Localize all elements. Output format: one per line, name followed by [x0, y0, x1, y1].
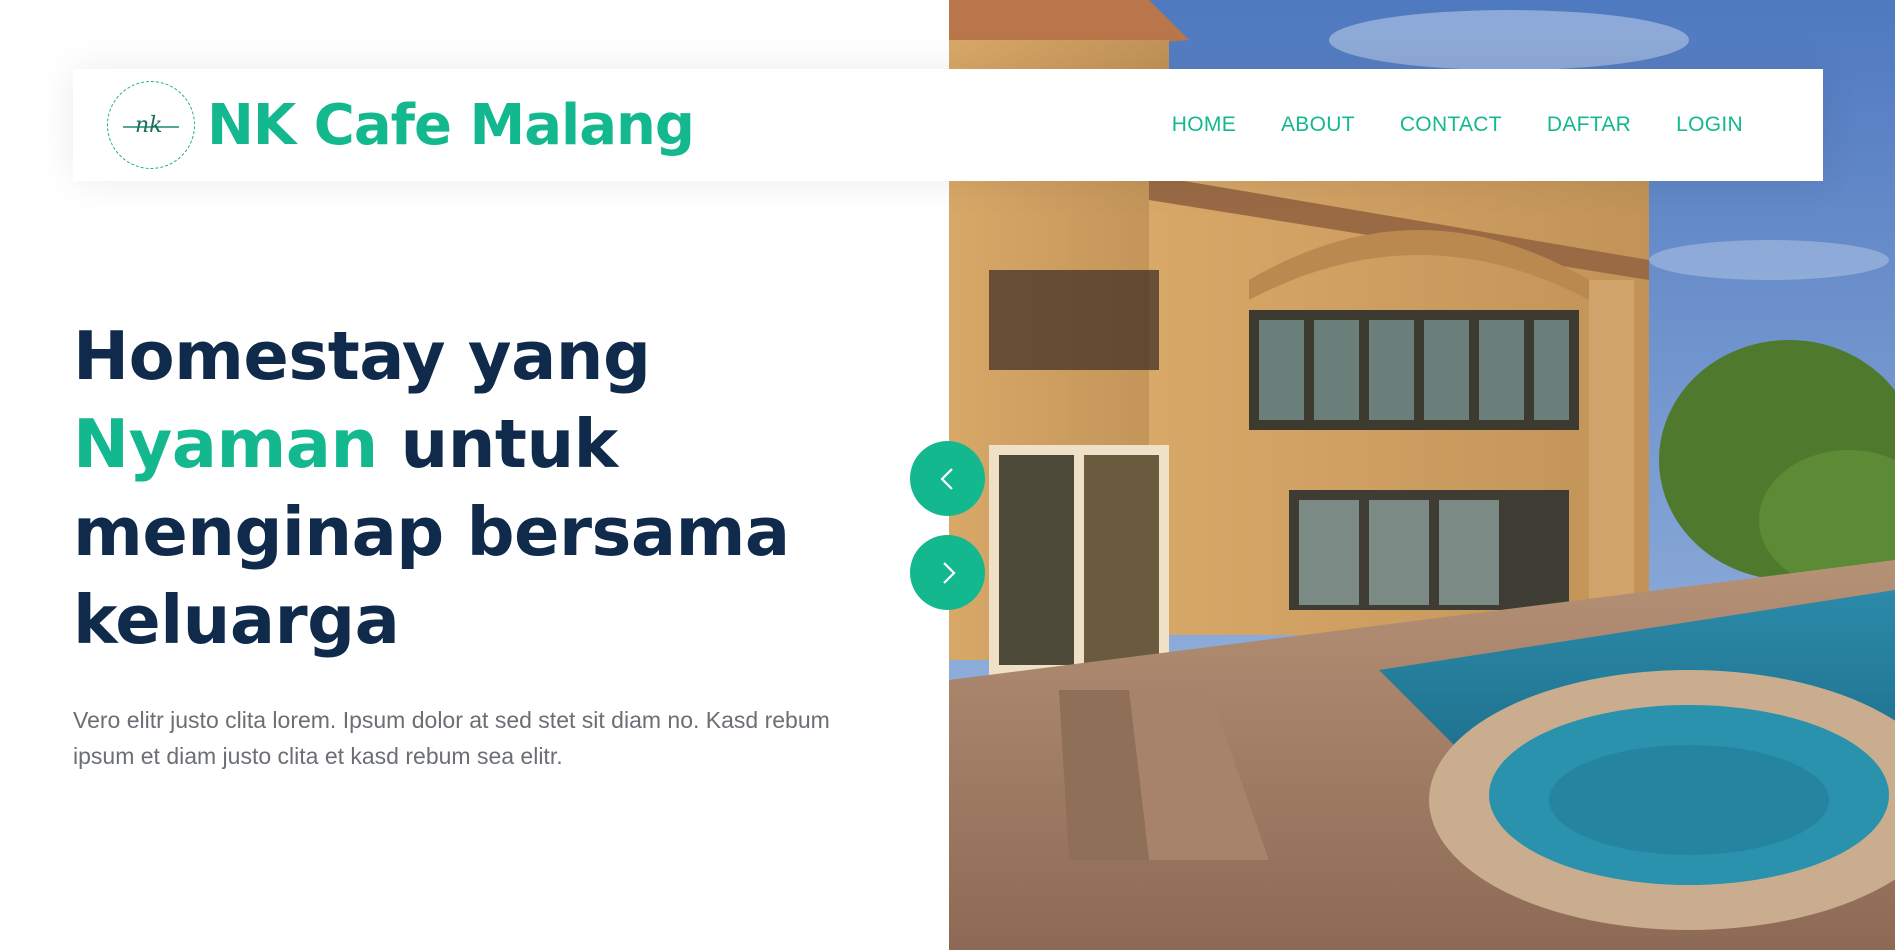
hero-description: Vero elitr justo clita lorem. Ipsum dolo… — [73, 707, 830, 769]
nav-contact[interactable]: CONTACT — [1400, 113, 1502, 137]
hero-title-line1: Homestay yang — [73, 317, 651, 395]
hero-title-accent: Nyaman — [73, 405, 378, 483]
carousel-next-button[interactable] — [910, 535, 985, 610]
nav-home[interactable]: HOME — [1172, 113, 1236, 137]
hero-title-line4: keluarga — [73, 581, 400, 659]
brand[interactable]: nk NK Cafe Malang — [107, 81, 695, 169]
chevron-right-icon — [942, 561, 956, 584]
brand-name: NK Cafe Malang — [207, 92, 695, 158]
navbar: nk NK Cafe Malang HOME ABOUT CONTACT DAF… — [73, 69, 1823, 181]
nk-logo-icon: nk — [107, 81, 195, 169]
hero-title-line3: menginap bersama — [73, 493, 790, 571]
nav-about[interactable]: ABOUT — [1281, 113, 1355, 137]
nav-login[interactable]: LOGIN — [1676, 113, 1743, 137]
hero-title: Homestay yang Nyaman untuk menginap bers… — [73, 312, 913, 664]
chevron-left-icon — [939, 467, 953, 490]
carousel-prev-button[interactable] — [910, 441, 985, 516]
svg-text:nk: nk — [135, 113, 163, 138]
main-nav: HOME ABOUT CONTACT DAFTAR LOGIN — [1172, 113, 1743, 137]
nav-daftar[interactable]: DAFTAR — [1547, 113, 1631, 137]
hero-text: Homestay yang Nyaman untuk menginap bers… — [73, 312, 913, 774]
hero-title-after-accent: untuk — [377, 405, 619, 483]
